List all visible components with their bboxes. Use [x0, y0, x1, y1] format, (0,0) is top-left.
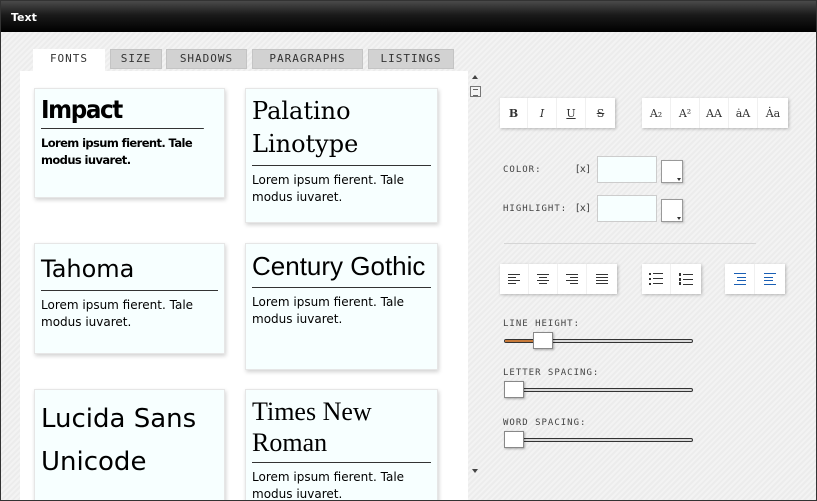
font-sample: Lorem ipsum fierent. Tale modus iuvaret. — [252, 173, 405, 204]
align-left-icon — [508, 274, 520, 284]
font-card-tahoma[interactable]: Tahoma Lorem ipsum fierent. Tale modus i… — [34, 243, 225, 354]
font-name: Lucida Sans Unicode — [41, 404, 197, 477]
font-name: Palatino Linotype — [252, 95, 431, 166]
font-card-palatino[interactable]: Palatino Linotype Lorem ipsum fierent. T… — [245, 88, 438, 223]
underline-icon: U — [566, 106, 576, 120]
outdent-button[interactable] — [755, 264, 785, 294]
indent-button-group — [725, 264, 785, 294]
indent-button[interactable] — [725, 264, 755, 294]
strikethrough-icon: S — [596, 106, 605, 120]
indent-icon — [733, 273, 746, 285]
align-button-group — [500, 264, 617, 294]
line-height-thumb[interactable] — [532, 332, 553, 349]
color-clear-link[interactable]: [x] — [576, 164, 590, 175]
font-card-impact[interactable]: Impact Lorem ipsum fierent. Tale modus i… — [34, 88, 225, 198]
word-spacing-slider[interactable] — [504, 438, 693, 442]
line-height-fill — [505, 340, 536, 342]
uppercase-button[interactable]: AA — [700, 98, 729, 128]
font-sample: Lorem ipsum fierent. Tale modus iuvaret. — [41, 298, 194, 329]
highlight-clear-link[interactable]: [x] — [576, 203, 590, 214]
highlight-label: HIGHLIGHT: — [503, 204, 568, 214]
color-input[interactable] — [597, 156, 657, 183]
uppercase-icon: AA — [706, 106, 722, 120]
section-divider — [504, 243, 756, 244]
align-center-button[interactable] — [529, 264, 558, 294]
align-right-button[interactable] — [558, 264, 587, 294]
align-left-button[interactable] — [500, 264, 529, 294]
bullet-list-icon — [649, 273, 663, 285]
bold-icon: B — [508, 106, 519, 120]
scroll-thumb[interactable] — [470, 86, 481, 97]
font-card-century-gothic[interactable]: Century Gothic Lorem ipsum fierent. Tale… — [245, 243, 438, 370]
tab-size[interactable]: SIZE — [110, 49, 162, 69]
letter-spacing-thumb[interactable] — [504, 381, 524, 398]
underline-button[interactable]: U — [557, 98, 586, 128]
case-button-group: A₂ A² AA ȧA Ȧa — [642, 98, 788, 128]
small-caps-icon: ȧA — [735, 106, 751, 120]
list-button-group — [642, 264, 701, 294]
font-name: Century Gothic — [252, 250, 431, 288]
align-justify-button[interactable] — [587, 264, 617, 294]
color-picker-button[interactable] — [661, 160, 683, 183]
tab-fonts[interactable]: FONTS — [33, 49, 105, 71]
letter-spacing-slider[interactable] — [504, 388, 693, 392]
superscript-icon: A² — [678, 106, 692, 120]
style-button-group: B I U S — [500, 98, 615, 128]
tab-shadows[interactable]: SHADOWS — [166, 49, 247, 69]
word-spacing-thumb[interactable] — [504, 431, 524, 448]
numbered-list-button[interactable] — [671, 264, 701, 294]
font-card-lucida-sans[interactable]: Lucida Sans Unicode — [34, 389, 225, 500]
line-height-label: LINE HEIGHT: — [503, 319, 581, 329]
capitalize-button[interactable]: Ȧa — [758, 98, 788, 128]
outdent-icon — [764, 273, 776, 285]
superscript-button[interactable]: A² — [671, 98, 700, 128]
tab-paragraphs[interactable]: PARAGRAPHS — [252, 49, 363, 69]
font-card-times-new-roman[interactable]: Times New Roman Lorem ipsum fierent. Tal… — [245, 389, 438, 500]
word-spacing-label: WORD SPACING: — [503, 418, 587, 428]
italic-icon: I — [539, 106, 545, 120]
italic-button[interactable]: I — [528, 98, 557, 128]
subscript-icon: A₂ — [649, 106, 663, 120]
numbered-list-icon — [679, 273, 693, 285]
font-list-scrollbar[interactable] — [468, 71, 485, 481]
capitalize-icon: Ȧa — [765, 106, 781, 120]
font-name: Impact — [41, 95, 204, 129]
align-center-icon — [537, 274, 549, 284]
align-right-icon — [566, 274, 578, 284]
font-sample: Lorem ipsum fierent. Tale modus iuvaret. — [252, 295, 405, 326]
subscript-button[interactable]: A₂ — [642, 98, 671, 128]
tab-listings[interactable]: LISTINGS — [368, 49, 454, 69]
title-bar: Text — [1, 1, 816, 32]
font-name: Tahoma — [41, 250, 218, 291]
color-label: COLOR: — [503, 165, 542, 175]
strikethrough-button[interactable]: S — [586, 98, 615, 128]
window-content: FONTS SIZE SHADOWS PARAGRAPHS LISTINGS I… — [1, 32, 816, 500]
letter-spacing-label: LETTER SPACING: — [503, 368, 600, 378]
scroll-up-arrow-icon[interactable] — [472, 75, 478, 79]
bullet-list-button[interactable] — [642, 264, 671, 294]
font-list: Impact Lorem ipsum fierent. Tale modus i… — [20, 71, 468, 500]
font-sample: Lorem ipsum fierent. Tale modus iuvaret. — [41, 136, 193, 167]
scroll-down-arrow-icon[interactable] — [472, 469, 478, 473]
small-caps-button[interactable]: ȧA — [729, 98, 758, 128]
highlight-picker-button[interactable] — [661, 199, 683, 222]
font-sample: Lorem ipsum fierent. Tale modus iuvaret. — [252, 470, 405, 500]
font-name: Times New Roman — [252, 396, 431, 463]
highlight-input[interactable] — [597, 195, 657, 222]
text-window: Text FONTS SIZE SHADOWS PARAGRAPHS LISTI… — [0, 0, 817, 501]
bold-button[interactable]: B — [500, 98, 528, 128]
align-justify-icon — [596, 274, 608, 284]
window-title: Text — [11, 11, 37, 24]
